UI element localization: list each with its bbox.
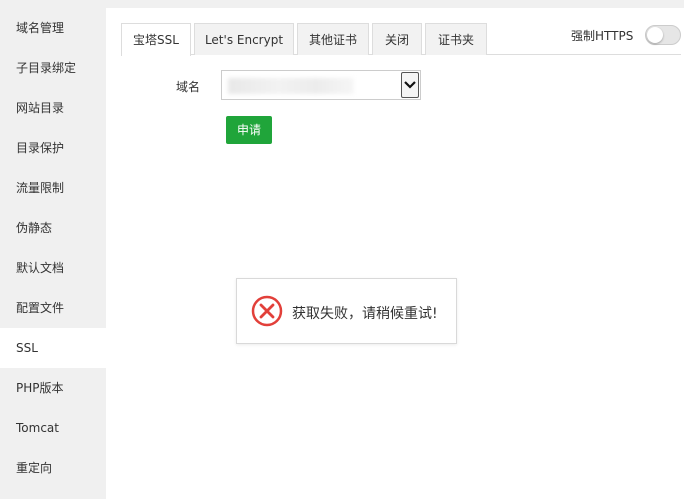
toast-message: 获取失败，请稍候重试! bbox=[292, 306, 438, 322]
error-circle-icon bbox=[251, 295, 283, 327]
domain-select[interactable] bbox=[221, 70, 421, 100]
sidebar-item-ssl[interactable]: SSL bbox=[0, 328, 106, 368]
blurred-domain-value bbox=[228, 78, 354, 94]
tab-cert-folder[interactable]: 证书夹 bbox=[425, 23, 487, 55]
sidebar-item-config-file[interactable]: 配置文件 bbox=[0, 288, 106, 328]
tab-lets-encrypt[interactable]: Let's Encrypt bbox=[194, 23, 294, 55]
force-https-toggle[interactable] bbox=[645, 25, 681, 45]
sidebar-item-subdirectory-binding[interactable]: 子目录绑定 bbox=[0, 48, 106, 88]
sidebar: 域名管理 子目录绑定 网站目录 目录保护 流量限制 伪静态 默认文档 配置文件 … bbox=[0, 8, 106, 499]
tab-baota-ssl[interactable]: 宝塔SSL bbox=[121, 23, 191, 56]
sidebar-item-traffic-limit[interactable]: 流量限制 bbox=[0, 168, 106, 208]
chevron-down-icon bbox=[401, 72, 419, 98]
sidebar-item-domain-management[interactable]: 域名管理 bbox=[0, 8, 106, 48]
apply-button[interactable]: 申请 bbox=[226, 116, 272, 144]
sidebar-item-site-directory[interactable]: 网站目录 bbox=[0, 88, 106, 128]
error-toast: 获取失败，请稍候重试! bbox=[236, 278, 457, 344]
sidebar-item-directory-protection[interactable]: 目录保护 bbox=[0, 128, 106, 168]
top-strip bbox=[0, 0, 684, 8]
tab-close[interactable]: 关闭 bbox=[372, 23, 422, 55]
force-https-label: 强制HTTPS bbox=[571, 29, 634, 43]
sidebar-item-php-version[interactable]: PHP版本 bbox=[0, 368, 106, 408]
sidebar-item-redirect[interactable]: 重定向 bbox=[0, 448, 106, 488]
sidebar-item-default-document[interactable]: 默认文档 bbox=[0, 248, 106, 288]
domain-label: 域名 bbox=[176, 80, 201, 94]
tab-other-cert[interactable]: 其他证书 bbox=[297, 23, 369, 55]
sidebar-item-tomcat[interactable]: Tomcat bbox=[0, 408, 106, 448]
sidebar-item-rewrite[interactable]: 伪静态 bbox=[0, 208, 106, 248]
ssl-panel: 宝塔SSL Let's Encrypt 其他证书 关闭 证书夹 强制HTTPS … bbox=[106, 8, 684, 499]
toggle-knob bbox=[647, 27, 663, 43]
